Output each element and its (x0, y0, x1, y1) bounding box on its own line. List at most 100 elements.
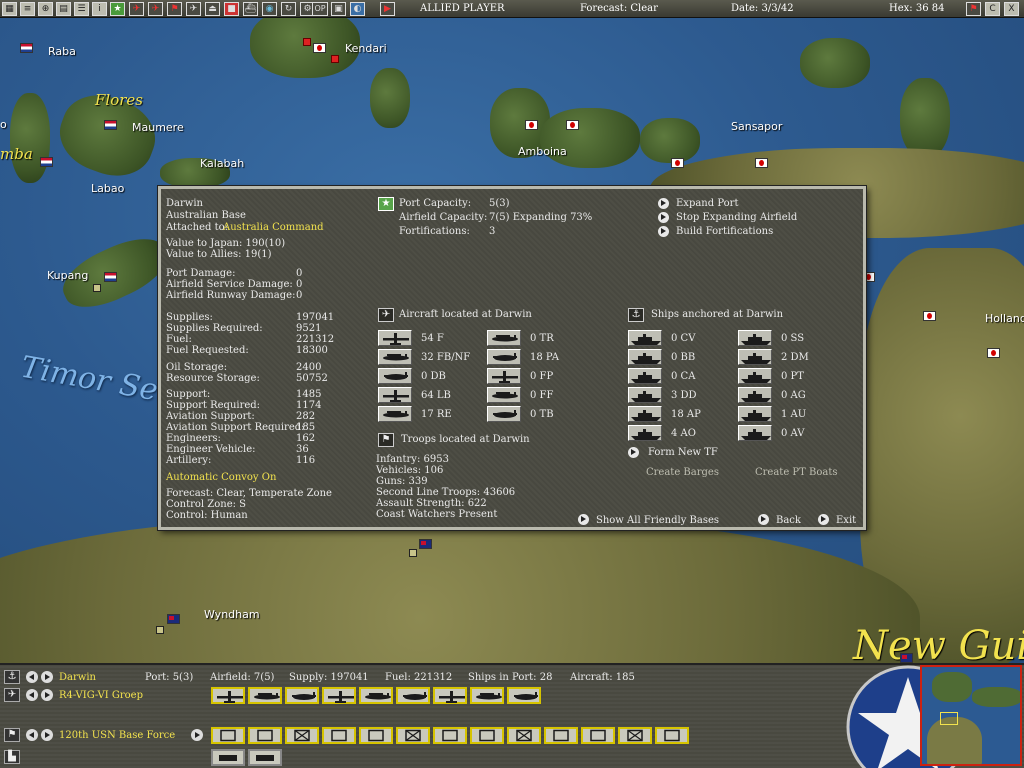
japanese-flag-ambon-2[interactable] (566, 120, 579, 130)
anchor-icon[interactable]: ⚓ (4, 670, 20, 684)
japanese-flag-kendari[interactable] (313, 43, 326, 53)
air-unit-button-7[interactable] (470, 687, 504, 704)
map-icon[interactable]: ◐ (350, 2, 365, 16)
base-marker-kupang[interactable] (93, 284, 101, 292)
air-unit-button-2[interactable] (285, 687, 319, 704)
stop-expanding-airfield-button[interactable]: Stop Expanding Airfield (676, 212, 797, 223)
ground-units-icon[interactable]: ▦ (2, 2, 17, 16)
ship-slot-left-0[interactable] (628, 330, 662, 346)
ground-unit-button-5[interactable] (396, 727, 430, 744)
next-ground-unit-arrow[interactable] (41, 729, 53, 741)
next-base-arrow[interactable] (41, 671, 53, 683)
ground-unit-name[interactable]: 120th USN Base Force (59, 730, 175, 741)
dutch-flag-raba[interactable] (20, 43, 33, 53)
end-turn-icon[interactable]: ▶ (380, 2, 395, 16)
ship-icon[interactable]: ⛴ (243, 2, 258, 16)
ground-unit-button-12[interactable] (655, 727, 689, 744)
japanese-flag-hollandia[interactable] (987, 348, 1000, 358)
form-new-tf-button[interactable]: Form New TF (648, 447, 718, 458)
hq-icon[interactable]: ▙ (4, 750, 20, 764)
air-unit-name[interactable]: R4-VIG-VI Groep (59, 690, 143, 701)
airplane-icon[interactable]: ✈ (186, 2, 201, 16)
prev-air-unit-arrow[interactable] (26, 689, 38, 701)
air-unit-button-4[interactable] (359, 687, 393, 704)
refresh-icon[interactable]: ↻ (281, 2, 296, 16)
ship-slot-left-5[interactable] (628, 425, 662, 441)
exit-button[interactable]: Exit (836, 515, 856, 526)
record-icon[interactable]: ☰ (74, 2, 89, 16)
aircraft-slot-left-1[interactable] (378, 349, 412, 365)
color-box-icon[interactable]: ■ (224, 2, 239, 16)
ship-slot-right-2[interactable] (738, 368, 772, 384)
japanese-flag-seram-2[interactable] (755, 158, 768, 168)
aircraft-slot-right-3[interactable] (487, 387, 521, 403)
ground-unit-button-0[interactable] (211, 727, 245, 744)
japanese-flag-seram-1[interactable] (671, 158, 684, 168)
create-barges-button[interactable]: Create Barges (646, 467, 719, 478)
aircraft-slot-right-2[interactable] (487, 368, 521, 384)
mini-map[interactable] (920, 665, 1022, 766)
sub-icon[interactable]: ⏏ (205, 2, 220, 16)
ground-unit-button-8[interactable] (507, 727, 541, 744)
show-all-friendly-bases-button[interactable]: Show All Friendly Bases (596, 515, 719, 526)
ground-unit-button-9[interactable] (544, 727, 578, 744)
expand-port-arrow-icon[interactable] (658, 198, 669, 209)
japanese-flag-ambon-1[interactable] (525, 120, 538, 130)
ground-unit-button-7[interactable] (470, 727, 504, 744)
red-plane-2-icon[interactable]: ✈ (148, 2, 163, 16)
air-unit-button-5[interactable] (396, 687, 430, 704)
red-plane-icon[interactable]: ✈ (129, 2, 144, 16)
op-button[interactable]: OP (312, 2, 328, 16)
ship-slot-right-0[interactable] (738, 330, 772, 346)
ground-unit-button-6[interactable] (433, 727, 467, 744)
globe-icon[interactable]: ◉ (262, 2, 277, 16)
dutch-flag-sumba[interactable] (40, 157, 53, 167)
ground-unit-button-10[interactable] (581, 727, 615, 744)
aircraft-slot-right-4[interactable] (487, 406, 521, 422)
australian-flag-darwin[interactable] (419, 539, 432, 549)
ground-unit-button-11[interactable] (618, 727, 652, 744)
japanese-flag-east[interactable] (923, 311, 936, 321)
report-icon[interactable]: ▣ (331, 2, 346, 16)
aircraft-slot-left-3[interactable] (378, 387, 412, 403)
flag-red-icon[interactable]: ⚑ (167, 2, 182, 16)
prev-base-arrow[interactable] (26, 671, 38, 683)
aircraft-slot-right-0[interactable] (487, 330, 521, 346)
bottom-base-name[interactable]: Darwin (59, 672, 96, 683)
base-marker-darwin[interactable] (409, 549, 417, 557)
ship-slot-left-2[interactable] (628, 368, 662, 384)
base-marker-wyndham[interactable] (156, 626, 164, 634)
air-unit-button-8[interactable] (507, 687, 541, 704)
flag-button-icon[interactable]: ⚑ (966, 2, 981, 16)
air-unit-button-3[interactable] (322, 687, 356, 704)
exit-arrow-icon[interactable] (818, 514, 829, 525)
group-icon[interactable]: ▤ (56, 2, 71, 16)
ground-unit-button-3[interactable] (322, 727, 356, 744)
build-fortifications-arrow-icon[interactable] (658, 226, 669, 237)
close-button[interactable]: X (1004, 2, 1019, 16)
ship-slot-right-4[interactable] (738, 406, 772, 422)
air-unit-button-1[interactable] (248, 687, 282, 704)
back-button[interactable]: Back (776, 515, 801, 526)
japanese-base-marker-1[interactable] (303, 38, 311, 46)
air-unit-button-0[interactable] (211, 687, 245, 704)
attached-command-link[interactable]: Australia Command (223, 222, 324, 233)
dutch-flag-kupang[interactable] (104, 272, 117, 282)
ship-slot-left-1[interactable] (628, 349, 662, 365)
australian-flag-east[interactable] (900, 653, 913, 663)
next-air-unit-arrow[interactable] (41, 689, 53, 701)
info-icon[interactable]: i (92, 2, 107, 16)
aircraft-slot-left-2[interactable] (378, 368, 412, 384)
air-unit-icon[interactable]: ✈ (4, 688, 20, 702)
prev-ground-unit-arrow[interactable] (26, 729, 38, 741)
c-button[interactable]: C (985, 2, 1000, 16)
build-fortifications-button[interactable]: Build Fortifications (676, 226, 773, 237)
ground-unit-button-4[interactable] (359, 727, 393, 744)
list-icon[interactable]: ≡ (20, 2, 35, 16)
back-arrow-icon[interactable] (758, 514, 769, 525)
australian-flag-wyndham[interactable] (167, 614, 180, 624)
ground-unit-button-1[interactable] (248, 727, 282, 744)
bases-icon[interactable]: ⊕ (38, 2, 53, 16)
aircraft-slot-left-0[interactable] (378, 330, 412, 346)
ship-slot-right-1[interactable] (738, 349, 772, 365)
